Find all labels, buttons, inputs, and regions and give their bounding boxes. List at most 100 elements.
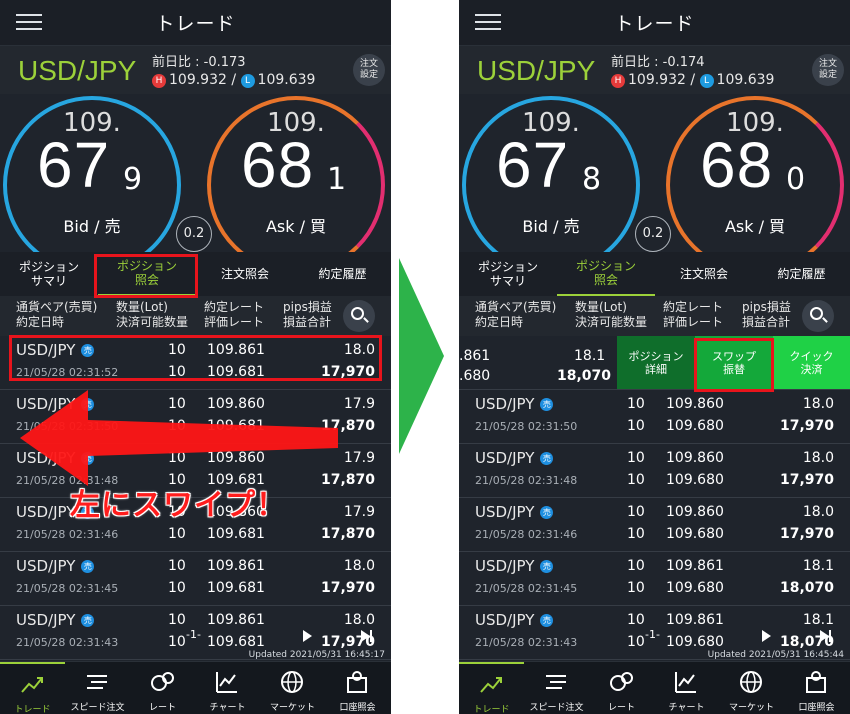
- nav-item-2[interactable]: レート: [589, 662, 654, 714]
- next-page-icon[interactable]: [762, 630, 771, 642]
- row-pair: USD/JPY売: [475, 395, 554, 413]
- col-pnl: 損益合計: [742, 315, 791, 329]
- col-exec-rate: 約定レート: [204, 300, 265, 314]
- high-value: 109.932: [169, 72, 227, 88]
- table-row[interactable]: USD/JPY 売 21/05/28 02:31:45 10 10 109.861 109.…: [459, 552, 850, 606]
- previous-day-diff: 前日比 : -0.173: [152, 55, 246, 70]
- col-qty: 数量(Lot): [575, 300, 627, 314]
- nav-item-3[interactable]: チャート: [195, 662, 260, 714]
- ask-button[interactable]: 109. 68 1 Ask / 買: [207, 96, 385, 274]
- row-pips: 18.0: [802, 450, 834, 466]
- account-icon: [806, 671, 826, 693]
- swiped-row[interactable]: .861 .680 18.1 18,070 ポジション 詳細 スワップ 振替 クイッ…: [459, 336, 850, 390]
- position-list: .861 .680 18.1 18,070 ポジション 詳細 スワップ 振替 クイッ…: [459, 336, 850, 660]
- ask-small-digit: 1: [327, 162, 347, 197]
- top-bar: トレード: [459, 0, 850, 46]
- ask-button[interactable]: 109. 68 0 Ask / 買: [666, 96, 844, 274]
- nav-label: マーケット: [269, 703, 315, 713]
- quick-settle-button[interactable]: クイック 決済: [773, 336, 850, 389]
- row-pips: 17.9: [343, 450, 375, 466]
- page-number: -1-: [186, 628, 201, 641]
- last-page-icon[interactable]: [820, 630, 831, 642]
- highlight-swap-box: [694, 338, 774, 392]
- table-row[interactable]: USD/JPY売 21/05/28 02:31:48 10 10 109.860 109.…: [459, 444, 850, 498]
- row-closable: 10: [627, 580, 645, 596]
- table-row[interactable]: USD/JPY 売 21/05/28 02:31:46 10 10 109.860 109.…: [459, 498, 850, 552]
- row-date: 21/05/28 02:31:48: [475, 474, 578, 487]
- nav-item-2[interactable]: レート: [130, 662, 195, 714]
- page-number: -1-: [645, 628, 660, 641]
- transition-arrow-icon: [399, 258, 444, 454]
- nav-item-5[interactable]: 口座照会: [784, 662, 849, 714]
- tab-position-inquiry[interactable]: ポジション 照会: [557, 252, 655, 296]
- chart-icon: [216, 672, 237, 693]
- rate-icon: [151, 672, 174, 691]
- row-qty: 10: [627, 558, 645, 574]
- order-settings-button[interactable]: 注文 設定: [353, 54, 385, 86]
- bid-button[interactable]: 109. 67 8 Bid / 売: [462, 96, 640, 274]
- rate-icon: [610, 672, 633, 691]
- sell-icon: 売: [540, 560, 554, 573]
- nav-item-1[interactable]: スピード注文: [65, 662, 130, 714]
- tab-position-summary[interactable]: ポジション サマリ: [459, 252, 557, 296]
- row-eval-rate: 109.681: [207, 580, 265, 596]
- col-eval-rate: 評価レート: [204, 315, 265, 329]
- nav-item-0[interactable]: トレード: [459, 662, 524, 714]
- row-date: 21/05/28 02:31:50: [475, 420, 578, 433]
- low-icon: L: [240, 74, 255, 88]
- row-exec-rate: 109.861: [207, 558, 265, 574]
- row-date: 21/05/28 02:31:45: [475, 582, 578, 595]
- nav-item-1[interactable]: スピード注文: [524, 662, 589, 714]
- trade-chart-icon: [21, 677, 43, 693]
- tab-order-inquiry[interactable]: 注文照会: [655, 252, 753, 296]
- row-pnl: 17,970: [779, 472, 834, 488]
- nav-item-4[interactable]: マーケット: [719, 662, 784, 714]
- page-title: トレード: [614, 13, 695, 35]
- col-qty: 数量(Lot): [116, 300, 168, 314]
- ask-big-digits: 68: [241, 129, 315, 201]
- col-closable: 決済可能数量: [575, 315, 648, 329]
- nav-item-3[interactable]: チャート: [654, 662, 719, 714]
- bid-big-digits: 67: [37, 129, 111, 201]
- search-icon[interactable]: [802, 300, 834, 332]
- row-exec-rate: 109.861: [666, 558, 724, 574]
- spread-badge: 0.2: [176, 216, 212, 252]
- updated-timestamp: Updated 2021/05/31 16:45:44: [707, 650, 844, 660]
- nav-label: チャート: [668, 703, 705, 713]
- nav-item-5[interactable]: 口座照会: [325, 662, 390, 714]
- tab-order-inquiry[interactable]: 注文照会: [196, 252, 294, 296]
- swipe-left-arrow-icon: [20, 390, 338, 486]
- row-closable: 10: [627, 418, 645, 434]
- table-row[interactable]: USD/JPY 売 21/05/28 02:31:45 10 10 109.861 109.…: [0, 552, 391, 606]
- currency-pair[interactable]: USD/JPY: [18, 55, 136, 87]
- tab-execution-history[interactable]: 約定履歴: [753, 252, 850, 296]
- nav-item-4[interactable]: マーケット: [260, 662, 325, 714]
- tab-execution-history[interactable]: 約定履歴: [294, 252, 391, 296]
- next-page-icon[interactable]: [303, 630, 312, 642]
- column-header: 通貨ペア(売買) 約定日時 数量(Lot) 決済可能数量 約定レート 評価レート…: [459, 296, 850, 336]
- col-pnl: 損益合計: [283, 315, 332, 329]
- currency-pair[interactable]: USD/JPY: [477, 55, 595, 87]
- search-icon[interactable]: [343, 300, 375, 332]
- table-row[interactable]: USD/JPY売 21/05/28 02:31:50 10 10 109.860 109.…: [459, 390, 850, 444]
- row-pnl: 17,970: [779, 418, 834, 434]
- last-page-icon[interactable]: [361, 630, 372, 642]
- nav-label: トレード: [14, 705, 51, 714]
- order-settings-button[interactable]: 注文 設定: [812, 54, 844, 86]
- bid-button[interactable]: 109. 67 9 Bid / 売: [3, 96, 181, 274]
- row-date: 21/05/28 02:31:46: [16, 528, 119, 541]
- position-detail-button[interactable]: ポジション 詳細: [617, 336, 695, 389]
- swiped-pnl: 18,070: [557, 368, 612, 384]
- nav-item-0[interactable]: トレード: [0, 662, 65, 714]
- row-qty: 10: [627, 396, 645, 412]
- low-value: 109.639: [257, 72, 316, 88]
- pager: -1-: [0, 622, 391, 648]
- row-eval-rate: 109.680: [666, 580, 724, 596]
- col-pair: 通貨ペア(売買): [16, 300, 98, 314]
- swiped-pips: 18.1: [574, 348, 606, 364]
- globe-icon: [740, 671, 762, 693]
- row-qty: 10: [627, 450, 645, 466]
- row-pnl: 18,070: [779, 580, 834, 596]
- tab-position-summary[interactable]: ポジション サマリ: [0, 252, 98, 296]
- bid-big-digits: 67: [496, 129, 570, 201]
